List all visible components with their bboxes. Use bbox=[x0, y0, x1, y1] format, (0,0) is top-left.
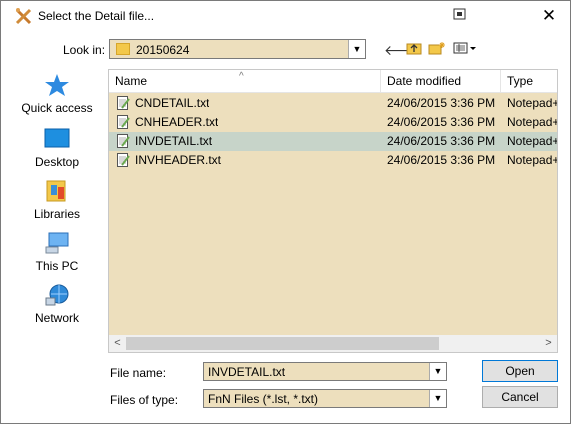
place-label: This PC bbox=[35, 259, 79, 273]
file-name-label: File name: bbox=[110, 366, 167, 380]
open-button[interactable]: Open bbox=[482, 360, 558, 382]
list-item[interactable]: INVHEADER.txt 24/06/2015 3:36 PM Notepad… bbox=[109, 151, 558, 170]
folder-icon bbox=[116, 43, 130, 55]
file-type-select[interactable]: FnN Files (*.lst, *.txt) ▼ bbox=[203, 389, 447, 408]
file-type: Notepad+ bbox=[507, 115, 558, 129]
file-date: 24/06/2015 3:36 PM bbox=[387, 96, 496, 110]
context-help-icon[interactable] bbox=[451, 7, 469, 25]
column-header-type[interactable]: Type bbox=[501, 70, 557, 92]
file-type: Notepad+ bbox=[507, 96, 558, 110]
computer-icon bbox=[45, 232, 69, 254]
text-file-icon bbox=[117, 134, 130, 148]
close-button[interactable]: ✕ bbox=[539, 6, 559, 26]
libraries-icon bbox=[46, 180, 66, 202]
file-date: 24/06/2015 3:36 PM bbox=[387, 153, 496, 167]
desktop-icon bbox=[44, 128, 70, 148]
file-name: CNHEADER.txt bbox=[135, 115, 219, 129]
list-item-selected[interactable]: INVDETAIL.txt 24/06/2015 3:36 PM Notepad… bbox=[109, 132, 558, 151]
window-title: Select the Detail file... bbox=[38, 9, 155, 23]
cancel-button[interactable]: Cancel bbox=[482, 386, 558, 408]
file-type: Notepad+ bbox=[507, 153, 558, 167]
look-in-label: Look in: bbox=[63, 43, 106, 57]
place-quick-access[interactable]: Quick access bbox=[11, 69, 103, 121]
scrollbar-thumb[interactable] bbox=[126, 337, 439, 350]
open-file-dialog: Select the Detail file... ✕ Look in: 201… bbox=[0, 0, 571, 424]
file-name-field[interactable]: INVDETAIL.txt ▼ bbox=[203, 362, 447, 381]
look-in-combo[interactable]: 20150624 ▼ bbox=[109, 39, 366, 59]
file-name: CNDETAIL.txt bbox=[135, 96, 210, 110]
file-type-value: FnN Files (*.lst, *.txt) bbox=[208, 392, 319, 406]
tools-icon bbox=[15, 8, 32, 25]
place-label: Network bbox=[34, 311, 79, 325]
place-network[interactable]: Network bbox=[11, 279, 103, 331]
file-type-label: Files of type: bbox=[110, 393, 179, 407]
chevron-down-icon[interactable]: ▼ bbox=[348, 40, 365, 58]
file-type: Notepad+ bbox=[507, 134, 558, 148]
place-this-pc[interactable]: This PC bbox=[11, 227, 103, 279]
file-list[interactable]: ^ Name Date modified Type CNDETAIL.txt 2… bbox=[108, 69, 558, 353]
file-name: INVDETAIL.txt bbox=[135, 134, 213, 148]
place-label: Quick access bbox=[21, 101, 93, 115]
place-label: Libraries bbox=[33, 207, 81, 221]
title-bar: Select the Detail file... ✕ bbox=[1, 1, 570, 32]
up-folder-icon[interactable] bbox=[405, 41, 423, 59]
text-file-icon bbox=[117, 115, 130, 129]
chevron-down-icon[interactable]: ▼ bbox=[429, 363, 446, 380]
places-bar: Quick access Desktop Libraries This PC N… bbox=[11, 67, 103, 337]
file-name-value: INVDETAIL.txt bbox=[208, 365, 286, 379]
look-in-value: 20150624 bbox=[136, 43, 190, 57]
scroll-left-icon[interactable]: < bbox=[109, 335, 126, 352]
chevron-down-icon[interactable]: ▼ bbox=[429, 390, 446, 407]
text-file-icon bbox=[117, 96, 130, 110]
star-icon bbox=[45, 74, 69, 96]
sort-ascending-icon: ^ bbox=[239, 71, 244, 82]
scroll-right-icon[interactable]: > bbox=[540, 335, 557, 352]
file-date: 24/06/2015 3:36 PM bbox=[387, 134, 496, 148]
file-name: INVHEADER.txt bbox=[135, 153, 222, 167]
list-item[interactable]: CNHEADER.txt 24/06/2015 3:36 PM Notepad+ bbox=[109, 113, 558, 132]
column-header-name[interactable]: ^ Name bbox=[109, 70, 381, 92]
column-header-date[interactable]: Date modified bbox=[381, 70, 501, 92]
horizontal-scrollbar[interactable]: < > bbox=[109, 335, 557, 352]
list-item[interactable]: CNDETAIL.txt 24/06/2015 3:36 PM Notepad+ bbox=[109, 94, 558, 113]
column-headers: ^ Name Date modified Type bbox=[109, 70, 557, 93]
place-desktop[interactable]: Desktop bbox=[11, 123, 103, 175]
back-arrow-icon[interactable]: 🡐 bbox=[384, 41, 422, 59]
new-folder-icon[interactable] bbox=[428, 41, 446, 59]
network-icon bbox=[45, 284, 69, 306]
text-file-icon bbox=[117, 153, 130, 167]
file-date: 24/06/2015 3:36 PM bbox=[387, 115, 496, 129]
place-libraries[interactable]: Libraries bbox=[11, 175, 103, 227]
view-menu-icon[interactable] bbox=[452, 41, 478, 59]
place-label: Desktop bbox=[34, 155, 80, 169]
